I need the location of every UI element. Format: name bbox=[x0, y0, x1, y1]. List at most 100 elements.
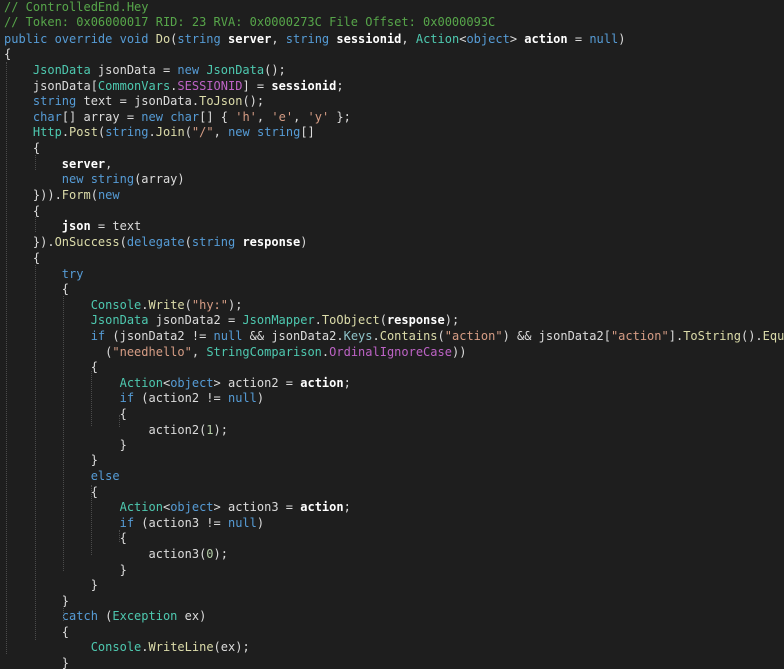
code-token: 0 bbox=[206, 547, 214, 561]
code-token: ( bbox=[4, 345, 113, 359]
code-token: "needhello" bbox=[112, 345, 192, 359]
code-line: if (jsonData2 != null && jsonData2.Keys.… bbox=[4, 329, 784, 344]
code-token: , bbox=[293, 110, 308, 124]
code-token: object bbox=[466, 32, 510, 46]
code-token: // Token: 0x06000017 RID: 23 RVA: 0x0000… bbox=[4, 15, 496, 29]
code-token: { bbox=[4, 204, 41, 218]
code-token: Http bbox=[32, 125, 62, 139]
code-line: Action<object> action3 = action; bbox=[4, 500, 351, 515]
code-token: server bbox=[61, 157, 106, 171]
code-token: string bbox=[105, 125, 149, 139]
code-token: jsonData2 = bbox=[148, 313, 243, 327]
code-token: [] { bbox=[199, 110, 236, 124]
indent-guide bbox=[91, 371, 93, 426]
code-line: Action<object> action2 = action; bbox=[4, 376, 351, 391]
code-token: object bbox=[170, 376, 214, 390]
code-token: ); bbox=[228, 298, 243, 312]
indent-guide bbox=[119, 530, 121, 542]
code-token: string bbox=[177, 32, 228, 46]
code-token: ]. bbox=[668, 329, 684, 343]
code-token: ToString bbox=[683, 329, 741, 343]
code-token: sessionid bbox=[336, 32, 402, 46]
code-token: JsonMapper bbox=[242, 313, 315, 327]
code-editor[interactable]: // ControlledEnd.Hey// Token: 0x06000017… bbox=[0, 0, 784, 669]
code-line: char[] array = new char[] { 'h', 'e', 'y… bbox=[4, 110, 351, 125]
code-token: { bbox=[4, 251, 41, 265]
code-token: if bbox=[119, 391, 135, 405]
code-token: (action3 != bbox=[134, 516, 228, 530]
code-token: string bbox=[285, 32, 337, 46]
code-token: jsonData = bbox=[90, 63, 178, 77]
code-line: JsonData jsonData = new JsonData(); bbox=[4, 63, 286, 78]
code-token: response bbox=[386, 313, 445, 327]
code-token: ( bbox=[119, 235, 127, 249]
code-token: Keys bbox=[343, 329, 373, 343]
code-token: = text bbox=[90, 219, 142, 233]
code-token: text = jsonData. bbox=[76, 94, 200, 108]
code-token: . bbox=[148, 125, 156, 139]
code-token: }; bbox=[329, 110, 351, 124]
code-token: else bbox=[90, 469, 120, 483]
code-line: } bbox=[4, 578, 98, 593]
code-token: . bbox=[372, 329, 380, 343]
code-token: { bbox=[4, 531, 127, 545]
code-line: public override void Do(string server, s… bbox=[4, 32, 625, 47]
code-token: Action bbox=[119, 500, 163, 514]
code-token: null bbox=[227, 391, 257, 405]
code-line: { bbox=[4, 141, 40, 156]
code-token: null bbox=[589, 32, 619, 46]
code-token: CommonVars bbox=[97, 79, 171, 93]
code-line: Http.Post(string.Join("/", new string[] bbox=[4, 125, 315, 140]
code-token: ); bbox=[213, 547, 228, 561]
code-token: { bbox=[4, 407, 127, 421]
code-token: Post bbox=[69, 125, 98, 139]
code-token: JsonData bbox=[206, 63, 265, 77]
code-token: Equals bbox=[762, 329, 784, 343]
code-line: { bbox=[4, 485, 98, 500]
code-line: action3(0); bbox=[4, 547, 228, 562]
code-line: if (action3 != null) bbox=[4, 516, 265, 531]
code-token: response bbox=[242, 235, 301, 249]
code-line: if (action2 != null) bbox=[4, 391, 265, 406]
code-token: 1 bbox=[206, 423, 214, 437]
code-token: > bbox=[509, 32, 525, 46]
code-token: > action3 = bbox=[213, 500, 301, 514]
code-token: ) bbox=[256, 391, 265, 405]
code-token: } bbox=[4, 578, 98, 592]
code-line: string text = jsonData.ToJson(); bbox=[4, 94, 264, 109]
code-token: WriteLine bbox=[148, 640, 214, 654]
code-token: ) bbox=[256, 516, 265, 530]
code-token: Console bbox=[90, 298, 142, 312]
code-token: (). bbox=[740, 329, 763, 343]
code-token: // ControlledEnd.Hey bbox=[4, 0, 149, 14]
code-token: )) bbox=[451, 345, 467, 359]
code-token: 'e' bbox=[271, 110, 294, 124]
code-token: char bbox=[170, 110, 200, 124]
code-token: public override void bbox=[4, 32, 156, 46]
indent-guide bbox=[6, 62, 8, 654]
code-token: ( bbox=[97, 609, 113, 623]
code-token: Form bbox=[61, 188, 91, 202]
code-token: } bbox=[4, 453, 98, 467]
code-token: "/" bbox=[191, 125, 214, 139]
code-token: action bbox=[524, 32, 568, 46]
code-line: } bbox=[4, 563, 127, 578]
code-line: } bbox=[4, 656, 69, 669]
code-token: json bbox=[61, 219, 91, 233]
code-token: })). bbox=[4, 188, 62, 202]
code-token: if bbox=[90, 329, 106, 343]
code-token: ex) bbox=[177, 609, 207, 623]
indent-guide bbox=[35, 265, 37, 640]
code-token: 'h' bbox=[235, 110, 257, 124]
code-token: ( bbox=[184, 125, 192, 139]
code-token: delegate bbox=[126, 235, 185, 249]
